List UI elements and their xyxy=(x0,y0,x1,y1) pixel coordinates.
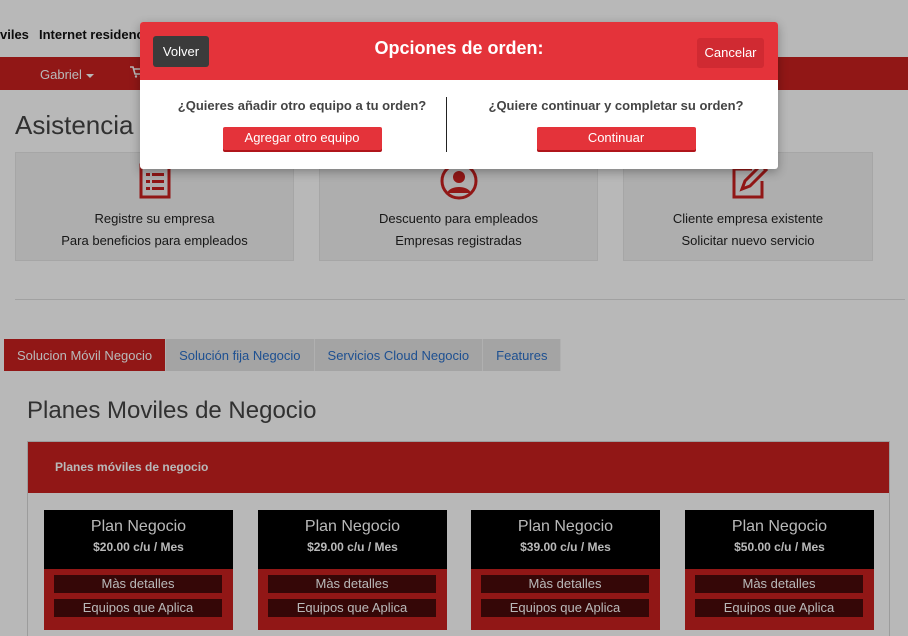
continue-question: ¿Quiere continuar y completar su orden? xyxy=(488,98,744,113)
add-equipment-section: ¿Quieres añadir otro equipo a tu orden? … xyxy=(152,98,452,150)
add-equipment-button[interactable]: Agregar otro equipo xyxy=(222,127,382,150)
vertical-divider xyxy=(446,97,447,152)
continue-button[interactable]: Continuar xyxy=(536,127,696,150)
modal-header: Volver Opciones de orden: Cancelar xyxy=(140,22,778,80)
continue-section: ¿Quiere continuar y completar su orden? … xyxy=(466,98,766,150)
order-options-modal: Volver Opciones de orden: Cancelar ¿Quie… xyxy=(140,22,778,169)
modal-body: ¿Quieres añadir otro equipo a tu orden? … xyxy=(140,80,778,169)
add-equipment-question: ¿Quieres añadir otro equipo a tu orden? xyxy=(177,98,427,113)
cancel-button[interactable]: Cancelar xyxy=(697,38,764,68)
modal-title: Opciones de orden: xyxy=(374,38,544,58)
